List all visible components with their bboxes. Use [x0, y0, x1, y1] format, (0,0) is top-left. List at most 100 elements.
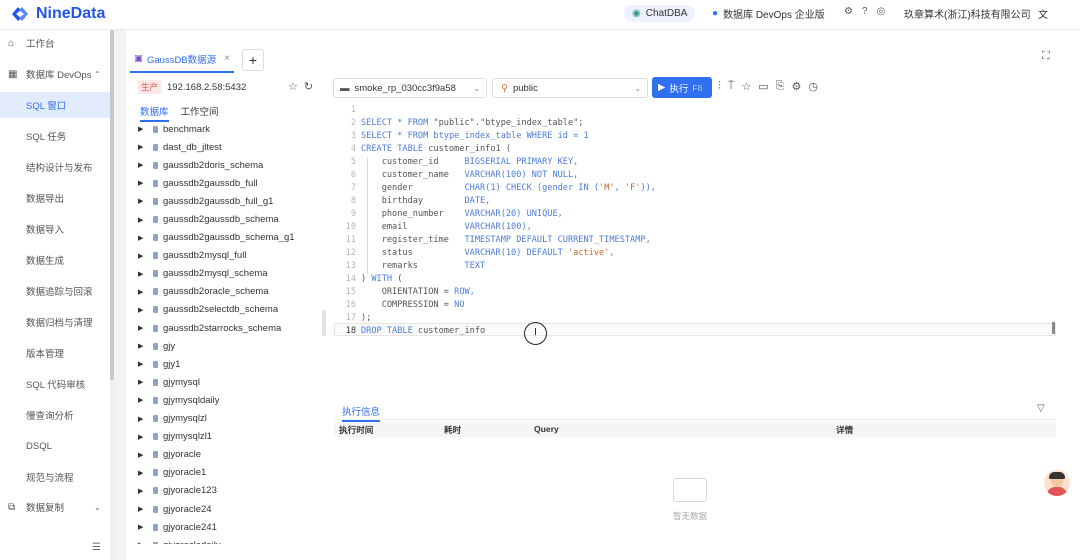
chatdba-button[interactable]: ◉ ChatDBA	[624, 5, 696, 22]
tree-item[interactable]: ▶ gjy	[138, 337, 323, 355]
run-button[interactable]: ▶ 执行 F8	[652, 77, 712, 98]
history-icon[interactable]: ◷	[808, 80, 818, 93]
tree-item[interactable]: ▶ gaussdb2mysql_full	[138, 247, 323, 265]
chevron-right-icon[interactable]: ▶	[138, 197, 150, 205]
assistant-avatar[interactable]	[1044, 470, 1070, 496]
edition-switch[interactable]: ● 数据库 DevOps 企业版	[712, 6, 825, 21]
tree-item[interactable]: ▶ gjyoracle	[138, 446, 323, 464]
save-icon[interactable]: ⎘	[776, 80, 785, 93]
tree-item[interactable]: ▶ gaussdb2oracle_schema	[138, 283, 323, 301]
collapse-sidebar-icon[interactable]: ☰	[92, 542, 101, 553]
sidebar-item[interactable]: 版本管理	[0, 340, 110, 366]
tree-item[interactable]: ▶ gaussdb2mysql_schema	[138, 265, 323, 283]
star-icon[interactable]: ☆	[288, 80, 298, 93]
company-switch[interactable]: 玖章算术(浙江)科技有限公司	[904, 6, 1031, 21]
add-tab-button[interactable]: +	[241, 49, 264, 71]
fullscreen-icon[interactable]: ⛶	[1042, 50, 1050, 63]
tree-item[interactable]: ▶ gaussdb2gaussdb_full_g1	[138, 192, 323, 210]
schema-select[interactable]: ⚲ public ⌄	[492, 78, 648, 98]
format-icon[interactable]: ⫶	[718, 80, 721, 93]
chevron-right-icon[interactable]: ▶	[138, 234, 150, 242]
sidebar-item[interactable]: 数据导出	[0, 185, 110, 211]
settings-icon[interactable]: ⚙	[844, 6, 853, 17]
env-badge: 生产	[138, 80, 162, 94]
sidebar-item[interactable]: 慢查询分析	[0, 402, 110, 428]
explain-icon[interactable]: ⍑	[728, 80, 735, 93]
collapse-results-icon[interactable]: ▽	[1037, 403, 1045, 414]
chevron-right-icon[interactable]: ▶	[138, 396, 150, 404]
chevron-right-icon[interactable]: ▶	[138, 541, 150, 544]
panel-splitter[interactable]	[322, 310, 326, 336]
tree-item[interactable]: ▶ gjyoracle123	[138, 482, 323, 500]
chevron-right-icon[interactable]: ▶	[138, 360, 150, 368]
database-select[interactable]: ▬ smoke_rp_030cc3f9a58 ⌄	[333, 78, 487, 98]
sidebar-item[interactable]: SQL 窗口	[0, 92, 110, 118]
sidebar-item[interactable]: SQL 代码审核	[0, 371, 110, 397]
tree-item[interactable]: ▶ gaussdb2gaussdb_schema_g1	[138, 229, 323, 247]
sidebar-group-devops[interactable]: ▦ 数据库 DevOps ⌃	[0, 61, 110, 87]
chevron-right-icon[interactable]: ▶	[138, 523, 150, 531]
chevron-right-icon[interactable]: ▶	[138, 216, 150, 224]
chevron-right-icon[interactable]: ▶	[138, 306, 150, 314]
refresh-icon[interactable]: ↻	[304, 80, 313, 93]
sidebar-item[interactable]: 数据生成	[0, 247, 110, 273]
chevron-right-icon[interactable]: ▶	[138, 378, 150, 386]
folder-icon[interactable]: ▭	[758, 80, 768, 93]
github-icon[interactable]: ◎	[877, 6, 886, 17]
chevron-right-icon[interactable]: ▶	[138, 143, 150, 151]
ninedata-logo[interactable]: NineData	[10, 5, 105, 23]
chevron-right-icon[interactable]: ▶	[138, 161, 150, 169]
sidebar-item[interactable]: 数据导入	[0, 216, 110, 242]
sidebar-item[interactable]: 数据追踪与回滚	[0, 278, 110, 304]
grid-icon: ▦	[8, 68, 18, 80]
sidebar-item[interactable]: 规范与流程	[0, 464, 110, 490]
tree-item[interactable]: ▶ gjymysqlzl1	[138, 428, 323, 446]
sql-editor[interactable]: 1 2 SELECT * FROM "public"."btype_index_ta…	[334, 102, 1056, 392]
settings-icon[interactable]: ⚙	[791, 80, 801, 93]
language-icon[interactable]: 文	[1038, 6, 1048, 21]
tree-item[interactable]: ▶ dast_db_jltest	[138, 138, 323, 156]
chevron-right-icon[interactable]: ▶	[138, 505, 150, 513]
chevron-right-icon[interactable]: ▶	[138, 469, 150, 477]
chevron-right-icon[interactable]: ▶	[138, 252, 150, 260]
chevron-right-icon[interactable]: ▶	[138, 433, 150, 441]
sidebar-item[interactable]: SQL 任务	[0, 123, 110, 149]
chevron-right-icon[interactable]: ▶	[138, 179, 150, 187]
tab-gaussdb[interactable]: ▣ GaussDB数据源 ×	[130, 48, 234, 73]
sidebar-item[interactable]: 数据归档与清理	[0, 309, 110, 335]
database-icon	[153, 270, 158, 278]
tree-item[interactable]: ▶ gaussdb2doris_schema	[138, 156, 323, 174]
sidebar-item[interactable]: DSQL	[0, 433, 110, 459]
editor-tabbar: ▣ GaussDB数据源 × +	[130, 48, 264, 73]
tree-item[interactable]: ▶ gaussdb2selectdb_schema	[138, 301, 323, 319]
sidebar-group-replication[interactable]: ⧉ 数据复制 ⌄	[0, 494, 110, 520]
chevron-right-icon[interactable]: ▶	[138, 270, 150, 278]
chevron-right-icon[interactable]: ▶	[138, 324, 150, 332]
tree-item[interactable]: ▶ gjyoracledaily	[138, 536, 323, 544]
tree-item[interactable]: ▶ gaussdb2gaussdb_schema	[138, 210, 323, 228]
sidebar-item[interactable]: 结构设计与发布	[0, 154, 110, 180]
favorite-icon[interactable]: ☆	[741, 80, 751, 93]
sidebar-item-label: 工作台	[26, 39, 55, 50]
chevron-right-icon[interactable]: ▶	[138, 342, 150, 350]
chevron-right-icon[interactable]: ▶	[138, 288, 150, 296]
tree-item[interactable]: ▶ benchmark	[138, 120, 323, 138]
tree-item[interactable]: ▶ gjymysqlzl	[138, 410, 323, 428]
tree-item[interactable]: ▶ gjyoracle24	[138, 500, 323, 518]
sidebar-item-workbench[interactable]: ⌂ 工作台	[0, 30, 110, 56]
tree-item[interactable]: ▶ gjymysqldaily	[138, 391, 323, 409]
code-line: email VARCHAR(100),	[361, 222, 532, 232]
tree-item[interactable]: ▶ gaussdb2gaussdb_full	[138, 174, 323, 192]
tree-item[interactable]: ▶ gjymysql	[138, 373, 323, 391]
tab-exec-info[interactable]: 执行信息	[342, 404, 381, 422]
tree-item[interactable]: ▶ gjyoracle241	[138, 518, 323, 536]
chevron-right-icon[interactable]: ▶	[138, 125, 150, 133]
chevron-right-icon[interactable]: ▶	[138, 451, 150, 459]
chevron-right-icon[interactable]: ▶	[138, 487, 150, 495]
tree-item[interactable]: ▶ gaussdb2starrocks_schema	[138, 319, 323, 337]
close-icon[interactable]: ×	[224, 53, 230, 64]
tree-item[interactable]: ▶ gjyoracle1	[138, 464, 323, 482]
tree-item[interactable]: ▶ gjy1	[138, 355, 323, 373]
help-icon[interactable]: ?	[862, 6, 868, 17]
chevron-right-icon[interactable]: ▶	[138, 415, 150, 423]
